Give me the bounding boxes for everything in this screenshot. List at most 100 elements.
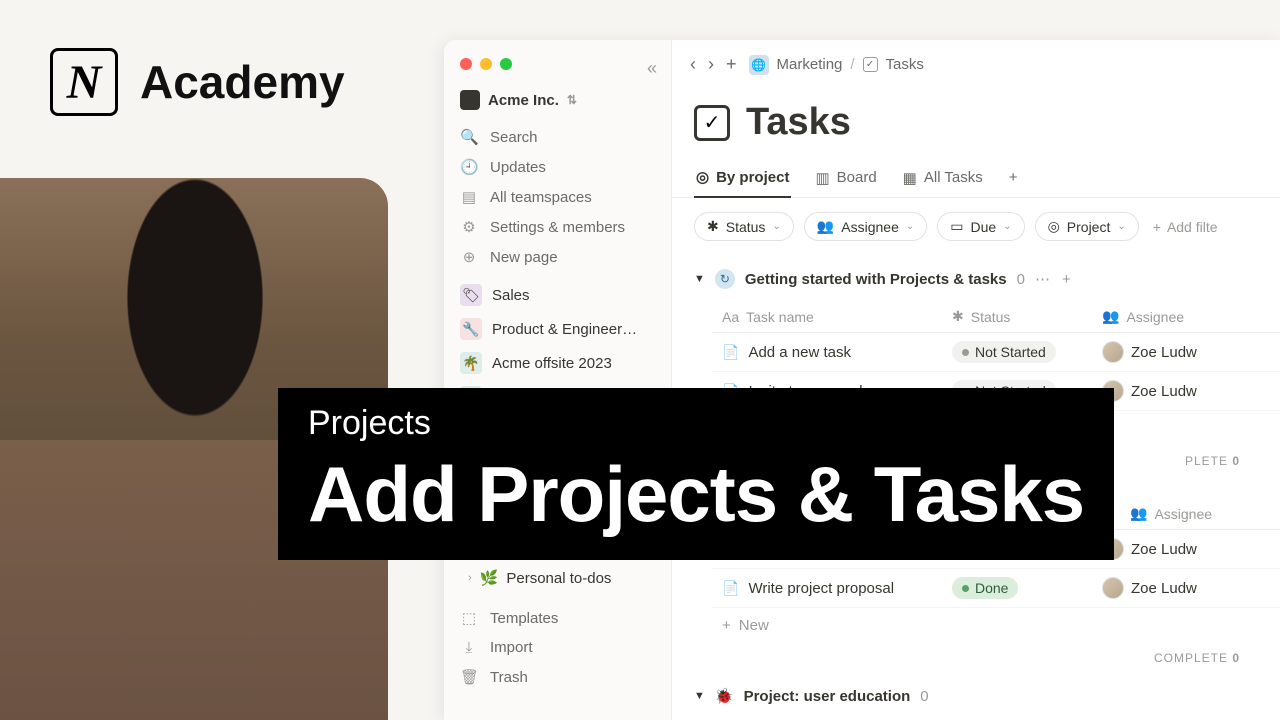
view-tab[interactable]: ▦ All Tasks: [901, 161, 985, 197]
document-icon: 📄: [722, 580, 739, 597]
templates-button[interactable]: ⬚Templates: [444, 603, 671, 633]
bug-icon: 🐞: [715, 687, 734, 705]
view-icon: ▦: [903, 169, 917, 187]
minimize-icon[interactable]: [480, 58, 492, 70]
sidebar: « Acme Inc. ⇅ 🔍Search 🕘Updates ▤All team…: [444, 40, 672, 720]
view-tab[interactable]: ▥ Board: [813, 161, 878, 197]
overlay-category: Projects: [278, 388, 1114, 449]
filter-pill[interactable]: ▭ Due ⌄: [937, 212, 1024, 241]
teamspace-icon: 🏷: [460, 284, 482, 306]
leaf-icon: 🌿: [480, 569, 499, 587]
new-row-button[interactable]: +New: [712, 608, 1280, 643]
workspace-name: Acme Inc.: [488, 92, 559, 109]
collapse-sidebar-icon[interactable]: «: [647, 58, 657, 79]
group-header[interactable]: ▼ 🐞 Project: user education 0: [672, 681, 1280, 711]
group-header[interactable]: ▼ ↻ Getting started with Projects & task…: [672, 263, 1280, 295]
view-tab[interactable]: ◎ By project: [694, 160, 791, 198]
overlay-title: Add Projects & Tasks: [278, 449, 1114, 560]
plus-circle-icon: ⊕: [460, 248, 478, 266]
app-window: « Acme Inc. ⇅ 🔍Search 🕘Updates ▤All team…: [444, 40, 1280, 720]
teamspace-icon: 🌴: [460, 352, 482, 374]
text-icon: Aa: [722, 309, 739, 325]
chevron-down-icon: ⌄: [906, 221, 914, 232]
view-icon: ◎: [696, 168, 709, 186]
sidebar-teamspace-item[interactable]: 🌴 Acme offsite 2023: [444, 346, 671, 380]
filter-pill[interactable]: ◎ Project ⌄: [1035, 212, 1139, 241]
chevron-down-icon: ⌄: [1117, 221, 1125, 232]
checkbox-large-icon: ✓: [694, 105, 730, 141]
sidebar-item-personal-todos[interactable]: › 🌿 Personal to-dos: [444, 563, 671, 593]
filter-icon: ◎: [1048, 218, 1060, 235]
breadcrumb[interactable]: 🌐 Marketing / ✓ Tasks: [749, 55, 924, 75]
people-icon: 👥: [1130, 505, 1147, 522]
sidebar-teamspace-item[interactable]: 🔧 Product & Engineer…: [444, 312, 671, 346]
forward-button[interactable]: ›: [708, 54, 714, 75]
status-badge[interactable]: Done: [952, 577, 1018, 599]
table-header: AaTask name ✱Status 👥Assignee: [712, 301, 1280, 333]
add-filter-button[interactable]: +Add filte: [1149, 212, 1222, 241]
people-icon: 👥: [1102, 308, 1119, 325]
clock-icon: 🕘: [460, 158, 478, 176]
new-tab-button[interactable]: +: [726, 54, 737, 75]
complete-count: COMPLETE 0: [672, 643, 1280, 673]
plus-icon: +: [1153, 219, 1161, 235]
plus-icon: +: [722, 617, 731, 634]
new-page-button[interactable]: ⊕New page: [444, 242, 671, 272]
main-content: ‹ › + 🌐 Marketing / ✓ Tasks ✓ Tasks ◎ By…: [672, 40, 1280, 720]
chevron-updown-icon: ⇅: [567, 93, 577, 107]
gear-icon: ⚙: [460, 218, 478, 236]
filter-icon: ✱: [707, 218, 719, 235]
triangle-down-icon: ▼: [694, 690, 705, 702]
plus-icon: +: [1009, 169, 1018, 186]
view-tabs: ◎ By project ▥ Board ▦ All Tasks +: [672, 154, 1280, 198]
trash-button[interactable]: 🗑Trash: [444, 662, 671, 692]
trash-icon: 🗑: [460, 668, 478, 686]
triangle-down-icon: ▼: [694, 273, 705, 285]
settings-button[interactable]: ⚙Settings & members: [444, 212, 671, 242]
workspace-switcher[interactable]: Acme Inc. ⇅: [444, 84, 671, 122]
notion-logo-icon: N: [50, 48, 118, 116]
topbar: ‹ › + 🌐 Marketing / ✓ Tasks: [672, 40, 1280, 89]
filter-pill[interactable]: ✱ Status ⌄: [694, 212, 794, 241]
document-icon: 📄: [722, 344, 739, 361]
video-title-overlay: Projects Add Projects & Tasks: [278, 388, 1114, 560]
chevron-right-icon: ›: [468, 572, 472, 584]
avatar: [1102, 341, 1124, 363]
template-icon: ⬚: [460, 609, 478, 627]
status-badge[interactable]: Not Started: [952, 341, 1056, 363]
maximize-icon[interactable]: [500, 58, 512, 70]
all-teamspaces-button[interactable]: ▤All teamspaces: [444, 182, 671, 212]
status-icon: ✱: [952, 308, 964, 325]
updates-button[interactable]: 🕘Updates: [444, 152, 671, 182]
back-button[interactable]: ‹: [690, 54, 696, 75]
chevron-down-icon: ⌄: [1003, 221, 1011, 232]
page-title: ✓ Tasks: [672, 89, 1280, 154]
checkbox-icon: ✓: [863, 57, 878, 72]
download-icon: ⤓: [460, 639, 478, 656]
plus-icon[interactable]: +: [1062, 271, 1071, 288]
sidebar-teamspace-item[interactable]: 🏷 Sales: [444, 278, 671, 312]
filter-icon: 👥: [817, 218, 834, 235]
import-button[interactable]: ⤓Import: [444, 633, 671, 662]
search-button[interactable]: 🔍Search: [444, 122, 671, 152]
add-view-button[interactable]: +: [1007, 161, 1020, 196]
globe-icon: 🌐: [749, 55, 769, 75]
project-icon: ↻: [715, 269, 735, 289]
table-row[interactable]: 📄Add a new task Not Started Zoe Ludw: [712, 333, 1280, 372]
filter-icon: ▭: [950, 218, 963, 235]
close-icon[interactable]: [460, 58, 472, 70]
filter-bar: ✱ Status ⌄ 👥 Assignee ⌄ ▭ Due ⌄ ◎ Projec…: [672, 198, 1280, 255]
search-icon: 🔍: [460, 128, 478, 146]
table-row[interactable]: 📄Write project proposal Done Zoe Ludw: [712, 569, 1280, 608]
workspace-icon: [460, 90, 480, 110]
view-icon: ▥: [815, 169, 829, 187]
chevron-down-icon: ⌄: [772, 221, 780, 232]
avatar: [1102, 577, 1124, 599]
window-controls: [444, 52, 671, 84]
building-icon: ▤: [460, 188, 478, 206]
brand-header: N Academy: [50, 48, 345, 116]
brand-text: Academy: [140, 55, 345, 109]
teamspace-icon: 🔧: [460, 318, 482, 340]
filter-pill[interactable]: 👥 Assignee ⌄: [804, 212, 927, 241]
more-icon[interactable]: ⋯: [1035, 270, 1052, 288]
